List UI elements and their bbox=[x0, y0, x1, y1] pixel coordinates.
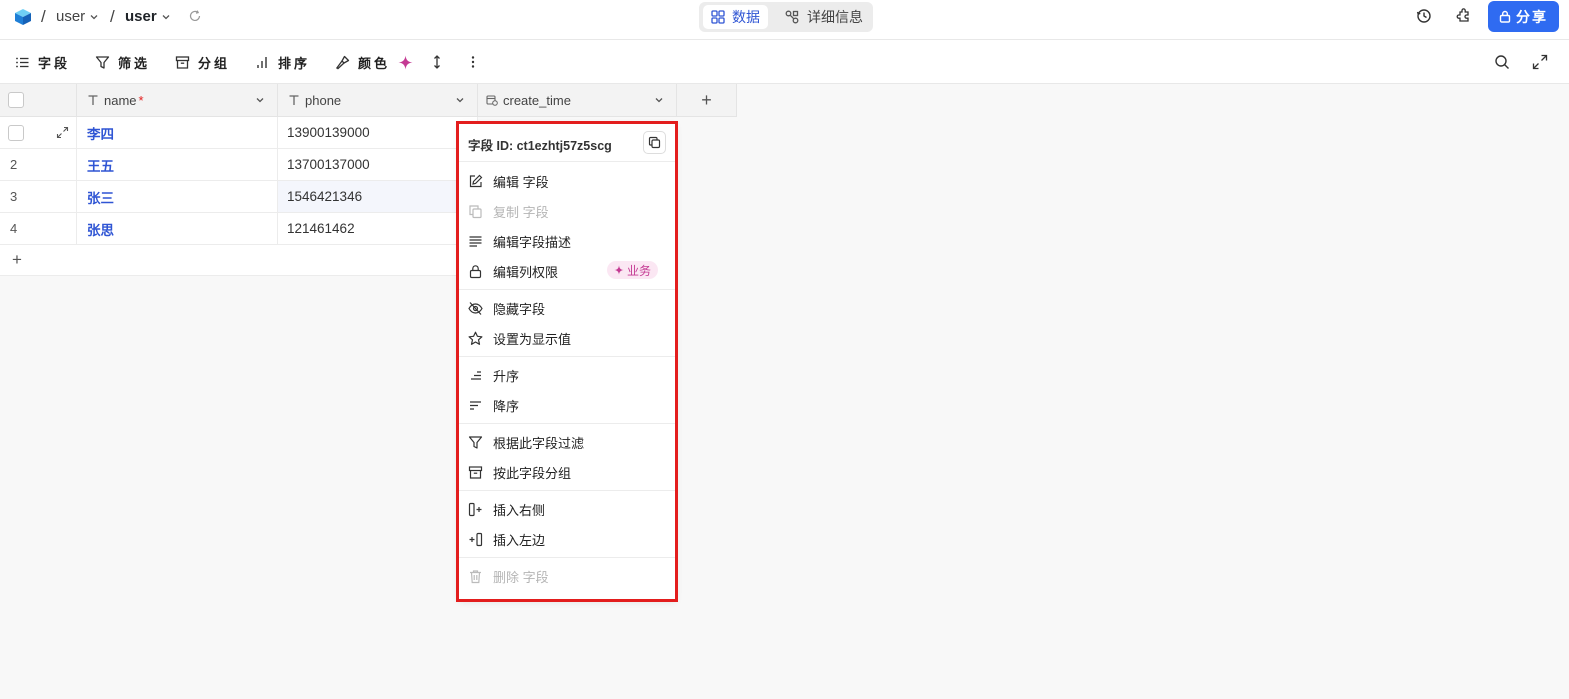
archive-icon bbox=[175, 56, 190, 69]
history-icon[interactable] bbox=[1416, 8, 1432, 24]
grid-icon bbox=[711, 10, 725, 24]
cell-name-value: 张思 bbox=[87, 222, 114, 238]
refresh-icon[interactable] bbox=[188, 9, 202, 23]
tab-details[interactable]: 详细信息 bbox=[777, 5, 871, 29]
required-mark: * bbox=[138, 92, 144, 108]
share-button[interactable]: 分享 bbox=[1488, 1, 1559, 32]
column-label: name bbox=[104, 92, 137, 108]
app-logo-icon[interactable] bbox=[14, 8, 32, 26]
cell-phone[interactable]: 121461462 bbox=[278, 213, 478, 245]
tab-data[interactable]: 数据 bbox=[703, 5, 768, 29]
filter-label: 筛选 bbox=[118, 56, 151, 71]
breadcrumb-base-label: user bbox=[56, 8, 86, 25]
cell-name-value: 李四 bbox=[87, 126, 114, 142]
cell-phone[interactable]: 13700137000 bbox=[278, 149, 478, 181]
search-icon[interactable] bbox=[1494, 54, 1510, 70]
cell-phone-value: 13700137000 bbox=[287, 157, 370, 172]
lock-icon bbox=[1499, 10, 1511, 23]
sparkle-icon bbox=[398, 55, 413, 70]
filter-icon bbox=[95, 56, 110, 69]
table-row-header: 2 bbox=[0, 149, 77, 181]
column-label: create_time bbox=[503, 92, 571, 108]
row-number: 3 bbox=[10, 189, 18, 204]
chevron-down-icon bbox=[90, 14, 98, 19]
cell-phone-value: 1546421346 bbox=[287, 189, 363, 204]
view-toolbar: 字段 筛选 分组 排序 颜色 bbox=[0, 40, 1569, 84]
fields-button[interactable]: 字段 bbox=[15, 53, 70, 72]
color-label: 颜色 bbox=[358, 56, 391, 71]
cell-phone[interactable]: 1546421346 bbox=[278, 181, 478, 213]
list-icon bbox=[16, 57, 29, 68]
column-label: phone bbox=[305, 92, 342, 108]
sort-button[interactable]: 排序 bbox=[255, 53, 310, 72]
cell-name[interactable]: 张三 bbox=[77, 181, 278, 213]
table-row-header: 3 bbox=[0, 181, 77, 213]
highlight-outline bbox=[456, 121, 678, 602]
tab-data-label: 数据 bbox=[732, 9, 760, 25]
chevron-down-icon[interactable] bbox=[654, 95, 664, 105]
plugin-icon[interactable] bbox=[1456, 8, 1472, 24]
breadcrumb-separator: / bbox=[110, 7, 115, 26]
row-number: 2 bbox=[10, 157, 18, 172]
calendar-clock-icon bbox=[486, 95, 498, 106]
share-label: 分享 bbox=[1516, 8, 1548, 25]
cell-phone-value: 13900139000 bbox=[287, 125, 370, 140]
view-switch: 数据 详细信息 bbox=[699, 2, 873, 32]
bar-sort-icon bbox=[257, 57, 267, 68]
row-number: 4 bbox=[10, 221, 18, 236]
breadcrumb-table-label: user bbox=[125, 8, 157, 25]
cell-name-value: 王五 bbox=[87, 158, 114, 174]
breadcrumb-separator: / bbox=[41, 7, 46, 26]
tab-details-label: 详细信息 bbox=[807, 9, 863, 25]
text-type-icon bbox=[88, 95, 98, 105]
row-height-icon[interactable] bbox=[429, 54, 445, 70]
paint-brush-icon bbox=[335, 55, 350, 70]
table-row-header: 4 bbox=[0, 213, 77, 245]
chevron-down-icon[interactable] bbox=[455, 95, 465, 105]
select-all-checkbox[interactable] bbox=[8, 92, 24, 108]
select-all-cell bbox=[0, 84, 77, 117]
column-header-name[interactable]: name * bbox=[77, 84, 278, 117]
color-button[interactable]: 颜色 bbox=[335, 53, 413, 72]
add-row-button[interactable]: + bbox=[0, 245, 478, 276]
expand-record-icon[interactable] bbox=[56, 126, 69, 139]
cell-name-value: 张三 bbox=[87, 190, 114, 206]
cell-name[interactable]: 王五 bbox=[77, 149, 278, 181]
row-checkbox[interactable] bbox=[8, 124, 24, 141]
cell-name[interactable]: 张思 bbox=[77, 213, 278, 245]
filter-button[interactable]: 筛选 bbox=[95, 53, 150, 72]
table-row-header bbox=[0, 117, 77, 149]
sort-label: 排序 bbox=[278, 56, 311, 71]
chevron-down-icon bbox=[162, 14, 170, 19]
group-button[interactable]: 分组 bbox=[175, 53, 230, 72]
chevron-down-icon[interactable] bbox=[255, 95, 265, 105]
breadcrumb-table[interactable]: user bbox=[125, 8, 171, 25]
more-vertical-icon[interactable] bbox=[465, 54, 481, 70]
cell-name[interactable]: 李四 bbox=[77, 117, 278, 149]
column-header-create-time[interactable]: create_time bbox=[478, 84, 677, 117]
cell-phone[interactable]: 13900139000 bbox=[278, 117, 478, 149]
relation-icon bbox=[785, 10, 799, 24]
top-bar: / user / user 数据 详细信息 分享 bbox=[0, 0, 1569, 40]
expand-icon[interactable] bbox=[1532, 54, 1548, 70]
breadcrumb-base[interactable]: user bbox=[56, 8, 99, 25]
column-header-phone[interactable]: phone bbox=[278, 84, 478, 117]
add-column-button[interactable]: + bbox=[677, 84, 737, 117]
fields-label: 字段 bbox=[38, 56, 71, 71]
cell-phone-value: 121461462 bbox=[287, 221, 355, 236]
group-label: 分组 bbox=[198, 56, 231, 71]
text-type-icon bbox=[289, 95, 299, 105]
